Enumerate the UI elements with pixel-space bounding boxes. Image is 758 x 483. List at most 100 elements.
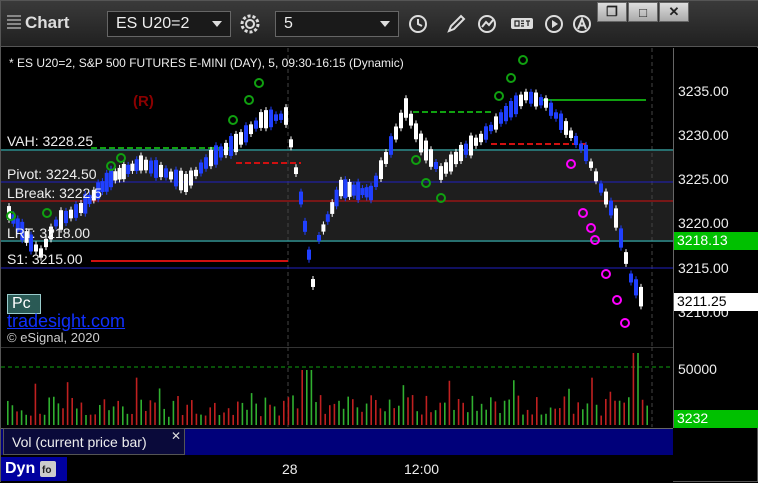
candle-body	[219, 146, 223, 158]
candle-body	[389, 136, 393, 155]
candle-body	[549, 102, 553, 116]
volume-bar	[379, 408, 382, 425]
candle-body	[307, 249, 311, 260]
dynamic-label: Dyn	[5, 460, 36, 477]
candle-body	[303, 220, 307, 232]
candle-body	[339, 179, 343, 197]
pivot-label: Pivot: 3224.50	[7, 166, 97, 182]
clock-button[interactable]	[403, 11, 433, 37]
candle-body	[209, 149, 213, 167]
candle-body	[564, 121, 568, 135]
candle-body	[384, 152, 388, 164]
current-price-tag: 3218.13	[674, 232, 758, 250]
volume-bar	[80, 402, 83, 425]
volume-bar	[76, 408, 78, 425]
interval-value: 5	[284, 15, 293, 32]
volume-bar	[342, 408, 345, 425]
volume-bar	[246, 409, 248, 425]
volume-bar	[94, 414, 96, 425]
candle-body	[164, 168, 168, 178]
volume-bar	[600, 415, 602, 425]
volume-bar	[273, 406, 276, 425]
volume-bar	[135, 377, 138, 425]
candle-body	[144, 159, 148, 171]
candle-body	[539, 97, 543, 106]
volume-bar	[407, 397, 409, 425]
volume-bar	[356, 407, 359, 425]
volume-bar	[628, 397, 630, 425]
candle-body	[121, 164, 126, 180]
candle-body	[464, 143, 468, 155]
volume-bar	[43, 414, 46, 425]
interval-combo[interactable]: 5	[275, 11, 399, 37]
close-icon: ✕	[668, 4, 680, 19]
volume-bar	[623, 402, 625, 425]
volume-bar	[411, 395, 414, 425]
volume-bar	[338, 400, 340, 425]
price-axis[interactable]: 3235.00 3230.00 3225.00 3220.00 3215.00 …	[673, 48, 758, 428]
candle-body	[189, 170, 193, 186]
time-axis[interactable]: 28 12:00	[1, 455, 673, 483]
candle-body	[599, 183, 603, 193]
volume-bar	[517, 395, 520, 425]
grip-icon[interactable]	[7, 15, 21, 31]
candle-body	[434, 161, 438, 170]
volume-bar	[531, 414, 533, 425]
volume-bar	[241, 402, 244, 425]
volume-bar	[200, 414, 202, 425]
candle-body	[559, 113, 563, 130]
alerts-button[interactable]	[567, 11, 597, 37]
volume-bar	[126, 413, 129, 425]
candle-body	[69, 209, 73, 219]
watermark[interactable]: tradesight.com	[7, 311, 125, 332]
candle-body	[484, 126, 488, 140]
restore-button[interactable]: ❐	[597, 2, 627, 22]
dynamic-mode[interactable]: Dyn fo	[1, 457, 67, 481]
volume-bar	[352, 399, 354, 425]
volume-bar	[296, 408, 299, 425]
close-icon[interactable]: ✕	[171, 429, 181, 443]
r-marker: (R)	[133, 93, 154, 110]
volume-bar	[223, 412, 225, 425]
get-data-button[interactable]	[507, 11, 537, 37]
volume-bar	[476, 410, 478, 425]
volume-bar	[269, 404, 271, 425]
draw-button[interactable]	[441, 11, 471, 37]
volume-bar	[168, 416, 170, 425]
volume-tab[interactable]: Vol (current price bar)	[3, 428, 185, 455]
vah-label: VAH: 3228.25	[7, 133, 94, 149]
volume-chart[interactable]	[1, 347, 673, 427]
studies-icon	[478, 15, 496, 33]
candle-body	[404, 98, 408, 118]
volume-bar	[462, 402, 464, 425]
volume-bar	[48, 397, 50, 425]
volume-bar	[306, 370, 308, 425]
settings-button[interactable]	[235, 11, 265, 37]
volume-bar	[361, 411, 363, 425]
volume-bar	[195, 413, 198, 425]
candle-body	[343, 179, 348, 199]
candle-body	[134, 159, 139, 172]
candle-body	[634, 279, 638, 296]
candle-body	[74, 204, 78, 218]
volume-bar	[572, 413, 575, 425]
candle-body	[294, 167, 298, 175]
volume-bar	[34, 383, 37, 425]
volume-bar	[370, 395, 372, 425]
candle-body	[409, 113, 413, 126]
maximize-button[interactable]: □	[628, 2, 658, 22]
candle-body	[519, 94, 523, 107]
candle-body	[321, 224, 326, 232]
play-button[interactable]	[539, 11, 569, 37]
candle-body	[289, 139, 293, 148]
chevron-down-icon	[380, 21, 390, 27]
symbol-combo[interactable]: ES U20=2	[107, 11, 231, 37]
candle-body	[614, 208, 618, 228]
candle-body	[444, 162, 448, 174]
candle-body	[604, 191, 608, 205]
volume-bar	[324, 413, 326, 425]
volume-bar	[494, 401, 497, 425]
close-button[interactable]: ✕	[659, 2, 689, 22]
studies-button[interactable]	[473, 11, 503, 37]
candle-body	[317, 234, 321, 242]
